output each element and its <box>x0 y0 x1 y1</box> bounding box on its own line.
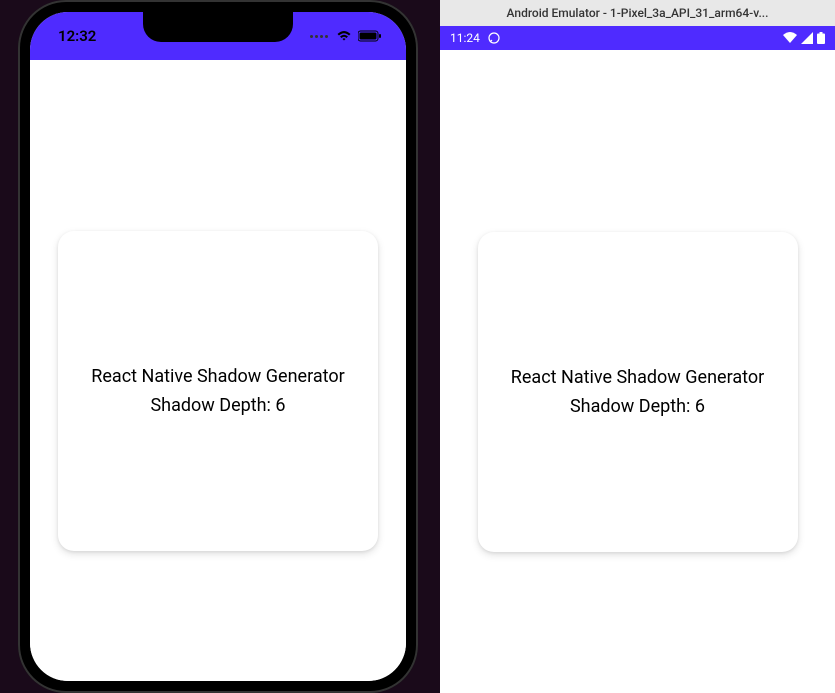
window-title: Android Emulator - 1-Pixel_3a_API_31_arm… <box>507 6 769 20</box>
ios-device-frame: 12:32 React Native <box>18 0 418 693</box>
android-app-content: React Native Shadow Generator Shadow Dep… <box>440 50 835 693</box>
ios-status-icons <box>310 30 382 42</box>
wifi-icon <box>783 32 797 44</box>
ios-screen: 12:32 React Native <box>30 12 406 681</box>
android-status-time: 11:24 <box>450 31 480 45</box>
ios-notch <box>143 12 293 42</box>
battery-icon <box>817 32 825 44</box>
card-title: React Native Shadow Generator <box>511 367 764 388</box>
cellular-icon <box>801 32 813 44</box>
ios-status-time: 12:32 <box>58 27 96 45</box>
card-subtitle: Shadow Depth: 6 <box>150 395 285 416</box>
battery-icon <box>358 30 382 42</box>
wifi-icon <box>336 30 352 42</box>
shadow-card: React Native Shadow Generator Shadow Dep… <box>478 232 798 552</box>
card-title: React Native Shadow Generator <box>91 366 344 387</box>
cellular-icon <box>310 35 328 38</box>
card-subtitle: Shadow Depth: 6 <box>570 396 705 417</box>
message-icon <box>488 32 500 44</box>
android-emulator-window: Android Emulator - 1-Pixel_3a_API_31_arm… <box>440 0 835 693</box>
android-status-bar: 11:24 <box>440 26 835 50</box>
android-window-titlebar[interactable]: Android Emulator - 1-Pixel_3a_API_31_arm… <box>440 0 835 26</box>
ios-app-content: React Native Shadow Generator Shadow Dep… <box>30 60 406 681</box>
shadow-card: React Native Shadow Generator Shadow Dep… <box>58 231 378 551</box>
android-status-right <box>783 32 825 44</box>
android-status-left: 11:24 <box>450 31 500 45</box>
